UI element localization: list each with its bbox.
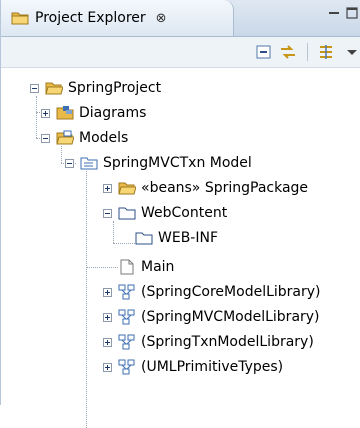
view-toolbar [1, 37, 360, 68]
tree-item-label: SpringMVCTxn Model [103, 155, 252, 171]
tree-connector [86, 171, 87, 428]
tree-item-webcontent[interactable]: WebContent [103, 201, 227, 225]
tree-item-diagrams[interactable]: Diagrams [41, 101, 146, 125]
expand-toggle[interactable] [103, 337, 112, 347]
tree-item-beans-springpackage[interactable]: «beans» SpringPackage [103, 176, 308, 200]
tree-item-springmvctxn-model[interactable]: SpringMVCTxn Model [65, 151, 252, 175]
tree-item-label: (SpringTxnModelLibrary) [141, 334, 314, 350]
tree-item-label: Main [141, 259, 175, 275]
tree-item-springtxn-library[interactable]: (SpringTxnModelLibrary) [103, 330, 314, 354]
tree-item-label: WebContent [141, 205, 228, 221]
collapse-toggle[interactable] [65, 158, 74, 168]
folder-icon [135, 232, 153, 245]
tree-item-label: (UMLPrimitiveTypes) [141, 359, 284, 375]
expand-toggle[interactable] [103, 183, 112, 193]
collapse-all-icon[interactable] [255, 44, 273, 60]
view-tab-strip: Project Explorer ⊗ [1, 0, 360, 37]
view-menu-icon[interactable] [343, 44, 360, 60]
maximize-icon[interactable] [345, 6, 359, 20]
folder-icon [118, 207, 136, 220]
tree-item-label: (SpringCoreModelLibrary) [141, 284, 321, 300]
collapse-toggle[interactable] [103, 208, 112, 218]
tree-item-spring-project[interactable]: SpringProject [30, 76, 161, 100]
expand-toggle[interactable] [41, 108, 50, 118]
expand-toggle[interactable] [103, 287, 112, 297]
tree-item-models[interactable]: Models [41, 126, 128, 150]
collapse-toggle[interactable] [30, 83, 39, 93]
model-library-icon [118, 334, 135, 350]
tree-item-web-inf[interactable]: WEB-INF [135, 226, 218, 250]
file-icon [120, 259, 134, 275]
tree-connector [86, 267, 118, 268]
minimize-icon[interactable] [327, 6, 341, 20]
package-icon [118, 182, 136, 195]
tree-item-label: Models [79, 130, 129, 146]
project-explorer-icon [11, 12, 29, 25]
model-library-icon [118, 284, 135, 300]
tab-title: Project Explorer [35, 10, 146, 26]
toolbar-separator [307, 43, 308, 61]
tree-item-label: Diagrams [79, 105, 147, 121]
project-explorer-tab[interactable]: Project Explorer ⊗ [1, 0, 234, 36]
tree-connector [36, 96, 37, 138]
tree-item-label: (SpringMVCModelLibrary) [141, 309, 320, 325]
model-library-icon [118, 309, 135, 325]
model-library-icon [118, 359, 135, 375]
tree-item-label: WEB-INF [158, 230, 218, 246]
collapse-toggle[interactable] [41, 133, 50, 143]
tree-item-springmvc-library[interactable]: (SpringMVCModelLibrary) [103, 305, 320, 329]
uml-model-icon [80, 157, 98, 170]
project-explorer-view: Project Explorer ⊗ SpringProject Diagram… [0, 0, 360, 428]
tree-item-label: «beans» SpringPackage [141, 180, 309, 196]
close-tab-icon[interactable]: ⊗ [156, 11, 167, 26]
open-folder-icon [45, 82, 63, 95]
tree-item-springcore-library[interactable]: (SpringCoreModelLibrary) [103, 280, 321, 304]
tree-item-label: SpringProject [68, 80, 162, 96]
filter-icon[interactable] [317, 44, 335, 60]
tree-connector [113, 243, 135, 244]
tree-item-main[interactable]: Main [118, 255, 174, 279]
diagrams-folder-icon [56, 106, 74, 120]
tree-item-uml-primitive-types[interactable]: (UMLPrimitiveTypes) [103, 355, 283, 379]
link-with-editor-icon[interactable] [279, 44, 297, 60]
models-folder-icon [56, 130, 74, 145]
expand-toggle[interactable] [103, 362, 112, 372]
expand-toggle[interactable] [103, 312, 112, 322]
